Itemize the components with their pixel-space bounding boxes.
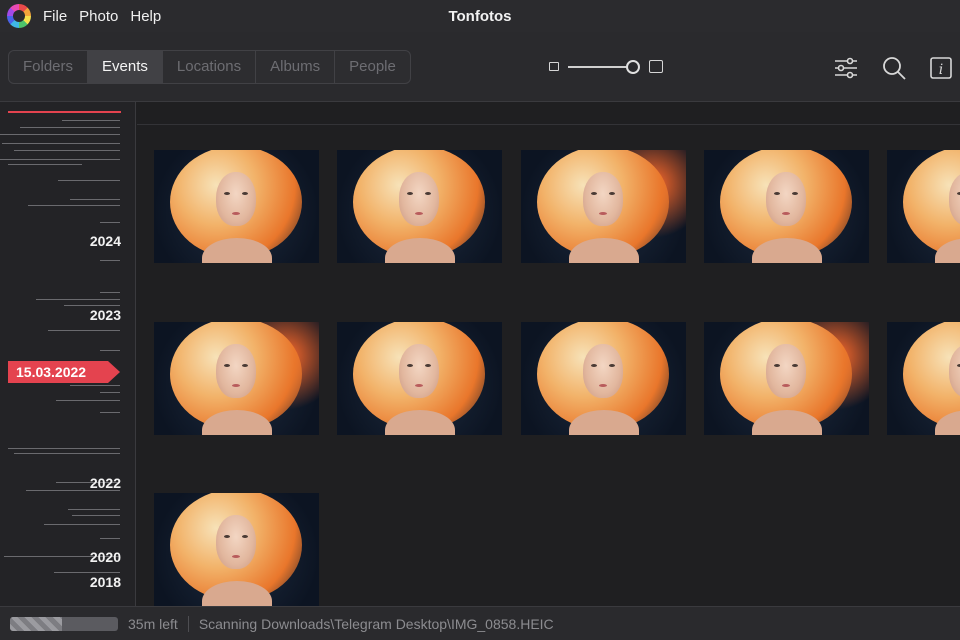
timeline-tick — [100, 392, 120, 393]
timeline-year-2022[interactable]: 2022 — [90, 475, 121, 491]
timeline-tick — [100, 538, 120, 539]
tab-folders[interactable]: Folders — [9, 51, 89, 83]
time-left: 35m left — [128, 615, 178, 632]
scan-progress-bar — [10, 616, 118, 631]
timeline-tick — [100, 292, 120, 293]
photo-thumbnail[interactable] — [337, 322, 502, 435]
tab-albums[interactable]: Albums — [256, 51, 336, 83]
photo-thumbnail[interactable] — [154, 150, 319, 263]
timeline-tick — [100, 412, 120, 413]
app-logo-icon — [7, 4, 31, 28]
timeline-year-2024[interactable]: 2024 — [90, 233, 121, 249]
timeline-top-marker — [8, 111, 121, 113]
timeline-tick — [68, 509, 120, 510]
info-icon[interactable]: i — [927, 54, 955, 82]
tab-people[interactable]: People — [335, 51, 410, 83]
photo-thumbnail[interactable] — [521, 150, 686, 263]
timeline-tick — [14, 150, 120, 151]
timeline-year-2018[interactable]: 2018 — [90, 574, 121, 590]
view-tabs: Folders Events Locations Albums People — [8, 50, 411, 84]
timeline-tick — [54, 572, 120, 573]
status-bar: 35m left Scanning Downloads\Telegram Des… — [0, 606, 960, 640]
photo-thumbnail[interactable] — [887, 150, 960, 263]
timeline-tick — [48, 330, 120, 331]
photo-thumbnail[interactable] — [154, 322, 319, 435]
toolbar: Folders Events Locations Albums People — [0, 32, 960, 102]
title-bar: File Photo Help Tonfotos — [0, 0, 960, 32]
timeline-tick — [70, 199, 120, 200]
zoom-slider-thumb[interactable] — [626, 60, 640, 74]
timeline-tick — [58, 180, 120, 181]
photo-thumbnail[interactable] — [154, 493, 319, 606]
menu-file[interactable]: File — [43, 8, 67, 25]
timeline-year-2020[interactable]: 2020 — [90, 549, 121, 565]
timeline-tick — [56, 400, 120, 401]
tab-locations[interactable]: Locations — [163, 51, 257, 83]
timeline-tick — [28, 205, 120, 206]
photo-thumbnail[interactable] — [704, 150, 869, 263]
timeline-tick — [2, 143, 120, 144]
search-icon[interactable] — [880, 54, 908, 82]
timeline-tick — [100, 260, 120, 261]
scan-status-message: Scanning Downloads\Telegram Desktop\IMG_… — [198, 615, 554, 632]
timeline-current-date[interactable]: 15.03.2022 — [8, 361, 120, 383]
svg-text:i: i — [939, 62, 943, 78]
timeline-tick — [0, 159, 120, 160]
timeline-tick — [20, 127, 120, 128]
timeline-tick — [100, 222, 120, 223]
filter-sliders-icon[interactable] — [832, 54, 860, 82]
timeline-tick — [14, 453, 120, 454]
photo-thumbnail[interactable] — [887, 322, 960, 435]
menu-photo[interactable]: Photo — [79, 8, 118, 25]
timeline-tick — [44, 524, 120, 525]
photo-gallery — [137, 102, 960, 606]
timeline-tick — [72, 515, 120, 516]
timeline-tick — [62, 120, 120, 121]
timeline-tick — [8, 164, 82, 165]
zoom-slider[interactable] — [568, 66, 630, 68]
status-divider — [187, 615, 189, 632]
small-image-icon — [549, 62, 559, 71]
timeline-tick — [100, 350, 120, 351]
timeline-tick — [36, 299, 120, 300]
photo-thumbnail[interactable] — [521, 322, 686, 435]
timeline-tick — [64, 305, 120, 306]
tab-events[interactable]: Events — [88, 51, 163, 83]
menu-help[interactable]: Help — [130, 8, 161, 25]
timeline-sidebar[interactable]: 2024 2023 15.03.2022 2022 2020 2018 — [0, 102, 136, 606]
photo-thumbnail[interactable] — [337, 150, 502, 263]
timeline-year-2023[interactable]: 2023 — [90, 307, 121, 323]
timeline-tick — [70, 385, 120, 386]
gallery-divider — [137, 124, 960, 125]
scan-progress-fill — [10, 616, 62, 631]
large-image-icon — [649, 60, 663, 73]
timeline-tick — [0, 134, 120, 135]
timeline-tick — [8, 448, 120, 449]
photo-thumbnail[interactable] — [704, 322, 869, 435]
